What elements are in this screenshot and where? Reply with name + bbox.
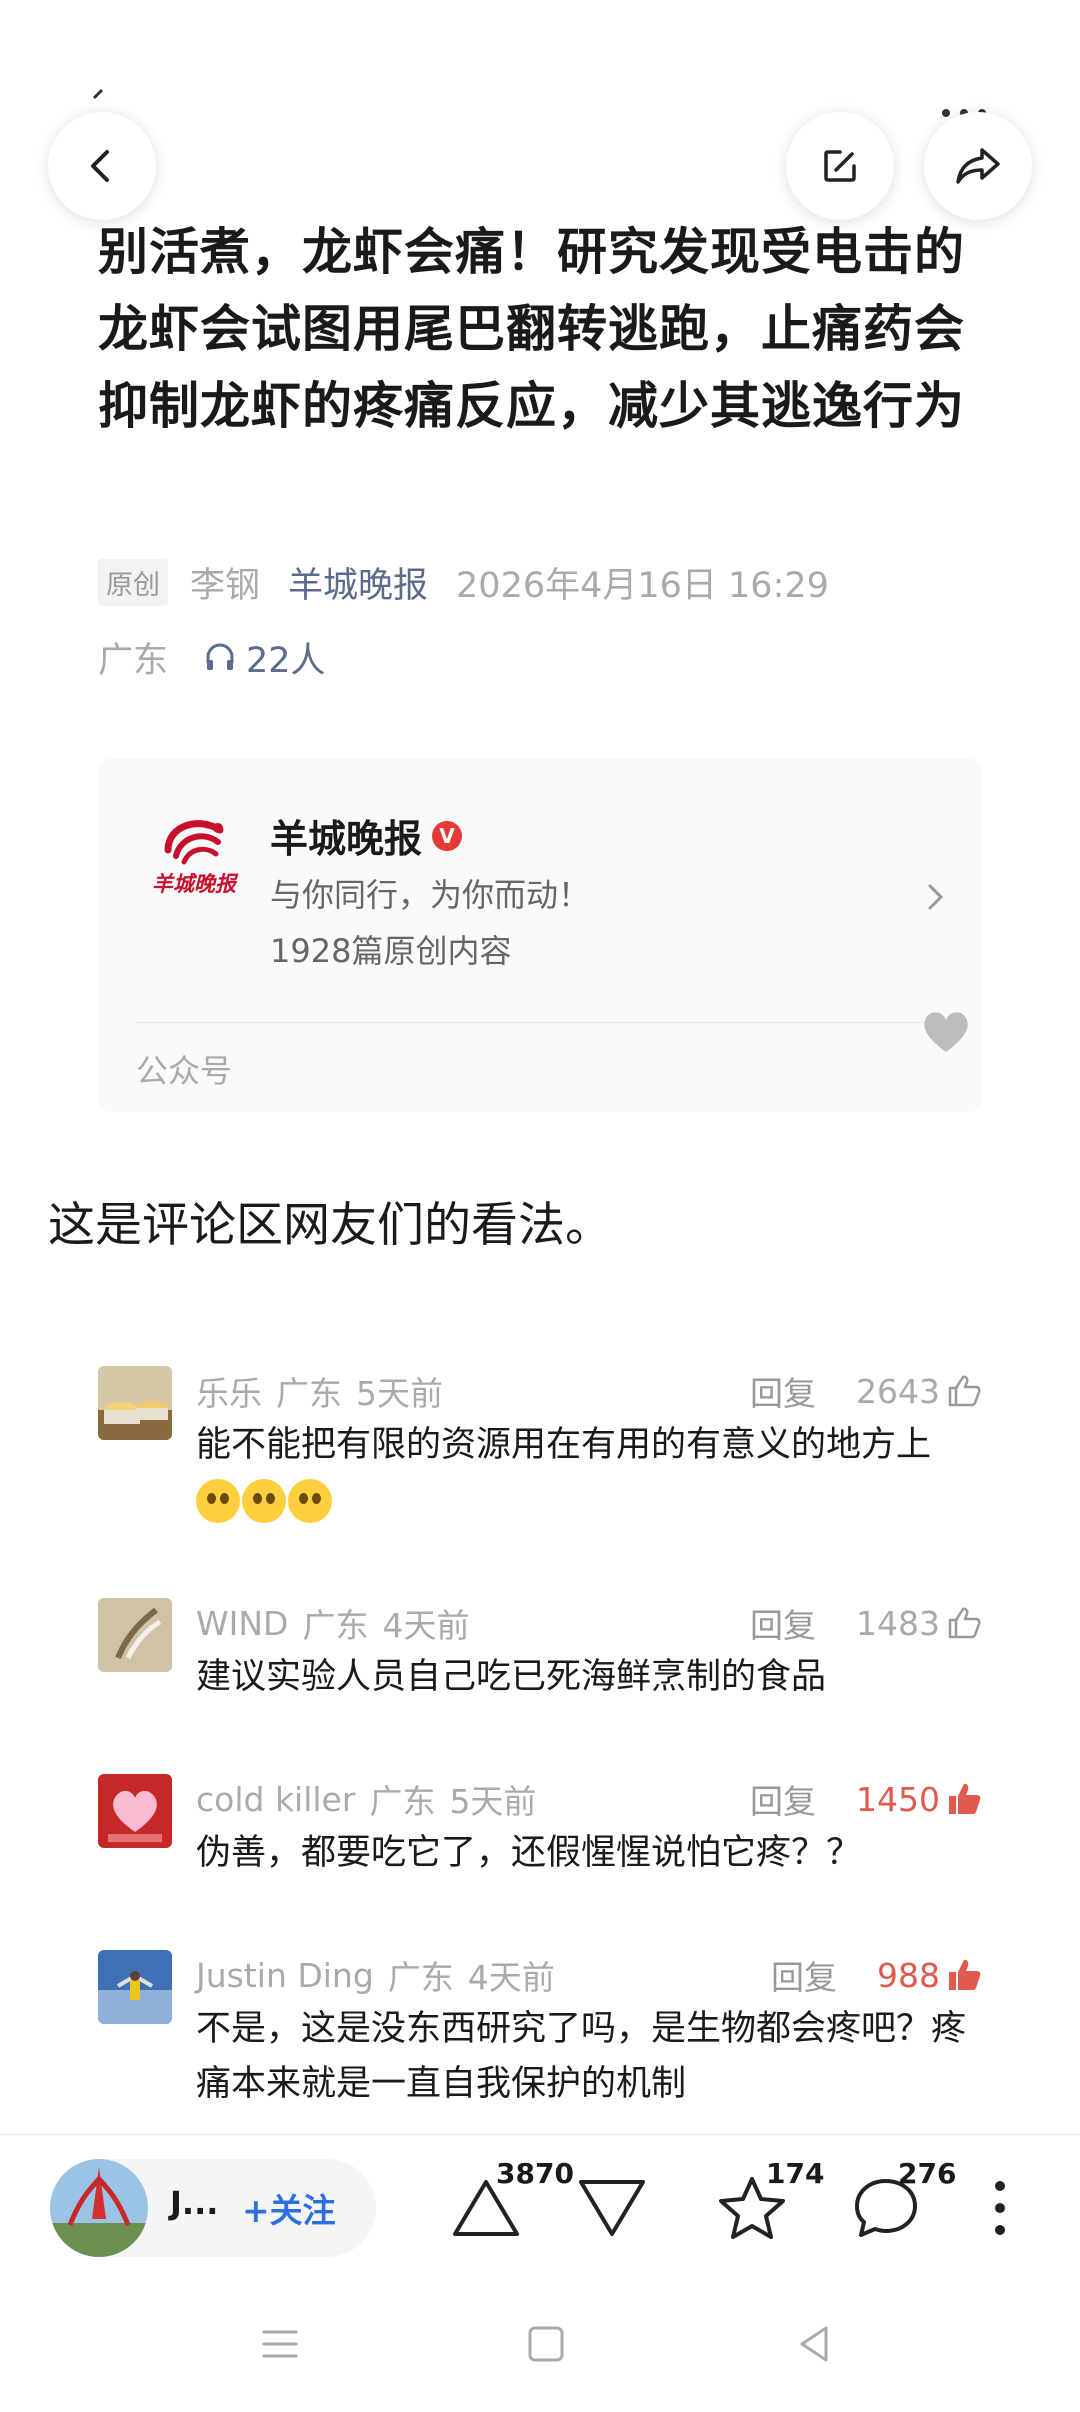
comment-time: 4天前 xyxy=(382,1606,470,1645)
comment-text: 建议实验人员自己吃已死海鲜烹制的食品 xyxy=(196,1657,827,1697)
follow-button[interactable]: +关注 xyxy=(242,2184,336,2232)
listen-button[interactable]: 22人 xyxy=(202,632,326,683)
back-button[interactable] xyxy=(48,112,156,220)
system-nav-bar xyxy=(0,2274,1080,2412)
comment-count: 276 xyxy=(898,2157,957,2190)
home-button[interactable] xyxy=(516,2314,576,2374)
account-article-count: 1928篇原创内容 xyxy=(270,932,512,970)
comment-time: 5天前 xyxy=(449,1782,537,1821)
comment-text: 能不能把有限的资源用在有用的有意义的地方上 xyxy=(196,1418,986,1528)
back-arrow-icon xyxy=(91,150,109,182)
like-count: 2643 xyxy=(856,1371,940,1411)
verified-badge: V xyxy=(432,820,463,851)
comment-user[interactable]: cold killer xyxy=(196,1780,355,1819)
emoji-icon xyxy=(242,1479,286,1523)
thumbs-up-filled-icon[interactable] xyxy=(946,1957,982,1993)
comment-item: WIND 广东 4天前 回复 1483 建议实验人员自己吃已死海鲜烹制的食品 xyxy=(98,1598,982,1708)
comment-header: WIND 广东 4天前 回复 1483 xyxy=(196,1598,982,1648)
emoji-icon xyxy=(288,1479,332,1523)
comment-location: 广东 xyxy=(302,1606,369,1645)
more-button[interactable] xyxy=(960,2163,1040,2253)
more-vertical-icon xyxy=(995,2181,1005,2235)
like-count: 1450 xyxy=(856,1779,940,1819)
avatar[interactable] xyxy=(98,1366,172,1440)
card-divider xyxy=(136,1022,944,1023)
reply-button[interactable]: 回复 xyxy=(750,1599,816,1647)
comment-header: Justin Ding 广东 4天前 回复 988 xyxy=(196,1950,982,2000)
author-short-name: J... xyxy=(170,2184,219,2222)
like-count: 1483 xyxy=(856,1603,940,1643)
logo-text: 羊城晚报 xyxy=(152,871,236,896)
publish-datetime: 2026年4月16日 16:29 xyxy=(456,565,829,606)
author-name[interactable]: 李钢 xyxy=(190,557,260,608)
comment-location: 广东 xyxy=(387,1958,454,1997)
article-meta-2: 广东 22人 xyxy=(98,632,326,682)
system-back-button[interactable] xyxy=(784,2314,844,2374)
author-pill[interactable]: J... +关注 xyxy=(50,2159,376,2257)
favorite-count: 174 xyxy=(766,2157,825,2190)
chevron-right-icon xyxy=(928,884,944,910)
comment-text: 不是，这是没东西研究了吗，是生物都会疼吧？疼痛本来就是一直自我保护的机制 xyxy=(196,2009,967,2104)
emoji-icon xyxy=(196,1479,240,1523)
account-card[interactable]: 羊城晚报 羊城晚报 V 与你同行，为你而动！ 1928篇原创内容 公众号 xyxy=(98,758,982,1112)
avatar[interactable] xyxy=(98,1598,172,1672)
comment-user[interactable]: 乐乐 xyxy=(196,1367,262,1415)
upvote-count: 3870 xyxy=(496,2157,574,2190)
original-tag: 原创 xyxy=(98,558,168,606)
source-link[interactable]: 羊城晚报 xyxy=(288,557,428,608)
comment-item: 乐乐 广东 5天前 回复 2643 能不能把有限的资源用在有用的有意义的地方上 xyxy=(98,1366,982,1523)
recent-apps-button[interactable] xyxy=(250,2314,310,2374)
comment-time: 5天前 xyxy=(356,1374,443,1413)
downvote-button[interactable] xyxy=(572,2163,652,2253)
listener-count: 22人 xyxy=(246,640,326,681)
avatar[interactable] xyxy=(50,2159,148,2257)
share-icon xyxy=(956,148,1000,184)
comment-intro: 这是评论区网友们的看法。 xyxy=(48,1198,612,1253)
reply-button[interactable]: 回复 xyxy=(750,1367,816,1415)
thumbs-up-icon[interactable] xyxy=(946,1373,982,1409)
heart-icon[interactable] xyxy=(920,1008,972,1056)
comment-location: 广东 xyxy=(369,1782,436,1821)
comment-user[interactable]: WIND xyxy=(196,1604,288,1643)
comment-header: 乐乐 广东 5天前 回复 2643 xyxy=(196,1366,982,1416)
share-button[interactable] xyxy=(924,112,1032,220)
comment-text-content: 能不能把有限的资源用在有用的有意义的地方上 xyxy=(196,1425,932,1465)
thumbs-up-icon[interactable] xyxy=(946,1605,982,1641)
bottom-action-bar: J... +关注 3870 174 276 xyxy=(0,2134,1080,2275)
comment-item: Justin Ding 广东 4天前 回复 988 不是，这是没东西研究了吗，是… xyxy=(98,1950,982,2120)
comment-item: cold killer 广东 5天前 回复 1450 伪善，都要吃它了，还假惺惺… xyxy=(98,1774,982,1884)
like-count: 988 xyxy=(877,1955,940,1995)
reply-button[interactable]: 回复 xyxy=(750,1775,816,1823)
avatar[interactable] xyxy=(98,1950,172,2024)
menu-icon xyxy=(262,2330,298,2358)
back-triangle-icon xyxy=(800,2326,828,2362)
comment-location: 广东 xyxy=(276,1374,342,1413)
comment-text: 伪善，都要吃它了，还假惺惺说怕它疼？？ xyxy=(196,1833,862,1873)
avatar[interactable] xyxy=(98,1774,172,1848)
reply-button[interactable]: 回复 xyxy=(771,1951,837,1999)
headphones-icon xyxy=(206,643,234,670)
ghost-back-glyph xyxy=(86,86,110,114)
account-slogan: 与你同行，为你而动！ xyxy=(270,876,591,914)
comment-time: 4天前 xyxy=(467,1958,555,1997)
edit-icon xyxy=(824,150,856,182)
account-name: 羊城晚报 xyxy=(270,817,423,861)
thumbs-up-filled-icon[interactable] xyxy=(946,1781,982,1817)
location: 广东 xyxy=(98,640,169,681)
comment-user[interactable]: Justin Ding xyxy=(196,1956,374,1995)
edit-button[interactable] xyxy=(786,112,894,220)
account-name-row: 羊城晚报 V xyxy=(270,808,463,863)
comment-header: cold killer 广东 5天前 回复 1450 xyxy=(196,1774,982,1824)
home-square-icon xyxy=(528,2326,564,2362)
triangle-down-icon xyxy=(579,2180,645,2236)
account-logo: 羊城晚报 xyxy=(152,806,236,902)
article-meta: 原创 李钢 羊城晚报 2026年4月16日 16:29 xyxy=(98,558,829,606)
account-type: 公众号 xyxy=(136,1052,233,1090)
article-title: 别活煮，龙虾会痛！研究发现受电击的龙虾会试图用尾巴翻转逃跑，止痛药会抑制龙虾的疼… xyxy=(98,223,965,435)
